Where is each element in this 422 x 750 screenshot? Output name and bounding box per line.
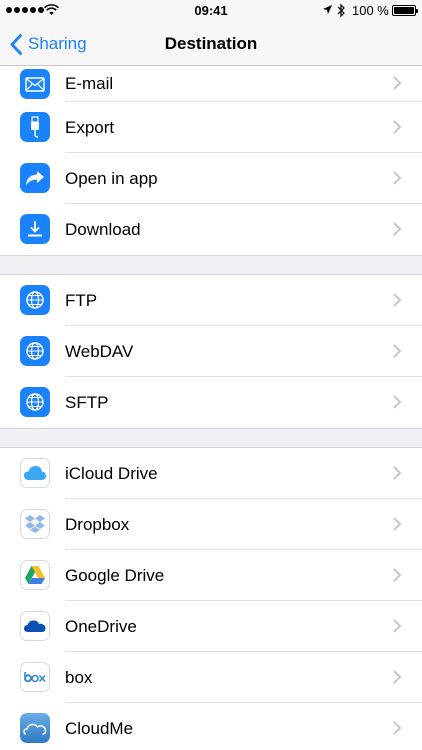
- row-label: Download: [65, 220, 141, 239]
- row-label: Dropbox: [65, 515, 130, 534]
- cloudme-icon: [20, 713, 50, 743]
- share-arrow-icon: [20, 163, 50, 193]
- row-cloudme[interactable]: CloudMe: [0, 703, 422, 750]
- row-label: CloudMe: [65, 719, 134, 738]
- row-webdav[interactable]: WebDAV: [0, 326, 422, 377]
- row-label: Open in app: [65, 169, 158, 188]
- mail-icon: [20, 69, 50, 99]
- chevron-right-icon: [393, 466, 402, 480]
- usb-cable-icon: [20, 112, 50, 142]
- dropbox-icon: [20, 509, 50, 539]
- row-label: iCloud Drive: [65, 464, 158, 483]
- chevron-right-icon: [393, 619, 402, 633]
- chevron-right-icon: [393, 517, 402, 531]
- section-gap: [0, 428, 422, 448]
- chevron-right-icon: [393, 222, 402, 236]
- row-label: box: [65, 668, 93, 687]
- chevron-right-icon: [393, 395, 402, 409]
- row-dropbox[interactable]: Dropbox: [0, 499, 422, 550]
- row-box[interactable]: box: [0, 652, 422, 703]
- download-icon: [20, 214, 50, 244]
- row-google-drive[interactable]: Google Drive: [0, 550, 422, 601]
- page-title: Destination: [164, 34, 258, 53]
- row-label: SFTP: [65, 393, 109, 412]
- row-email[interactable]: E-mail: [0, 66, 422, 102]
- row-label: OneDrive: [65, 617, 137, 636]
- status-bar: 09:41 100 %: [0, 0, 422, 22]
- battery-icon: [392, 5, 418, 16]
- row-label: FTP: [65, 291, 98, 310]
- bluetooth-icon: [337, 3, 345, 18]
- chevron-right-icon: [393, 344, 402, 358]
- chevron-right-icon: [393, 76, 402, 90]
- chevron-right-icon: [393, 670, 402, 684]
- globe-icon: [20, 387, 50, 417]
- battery-percentage: 100 %: [352, 3, 389, 18]
- row-open-in-app[interactable]: Open in app: [0, 153, 422, 204]
- row-label: E-mail: [65, 74, 114, 93]
- globe-icon: [20, 336, 50, 366]
- row-label: WebDAV: [65, 342, 134, 361]
- chevron-right-icon: [393, 721, 402, 735]
- location-arrow-icon: [323, 5, 332, 14]
- chevron-right-icon: [393, 120, 402, 134]
- chevron-right-icon: [393, 568, 402, 582]
- row-download[interactable]: Download: [0, 204, 422, 255]
- google-drive-icon: [20, 560, 50, 590]
- chevron-right-icon: [393, 293, 402, 307]
- row-icloud-drive[interactable]: iCloud Drive: [0, 448, 422, 499]
- row-onedrive[interactable]: OneDrive: [0, 601, 422, 652]
- row-label: Google Drive: [65, 566, 165, 585]
- row-sftp[interactable]: SFTP: [0, 377, 422, 428]
- navigation-bar: Sharing Destination: [0, 22, 422, 66]
- globe-icon: [20, 285, 50, 315]
- row-export[interactable]: Export: [0, 102, 422, 153]
- icloud-icon: [20, 458, 50, 488]
- chevron-right-icon: [393, 171, 402, 185]
- box-logo-icon: [20, 662, 50, 692]
- destination-list: E-mail Export Open in app Download FTP W…: [0, 66, 422, 750]
- row-ftp[interactable]: FTP: [0, 275, 422, 326]
- onedrive-icon: [20, 611, 50, 641]
- row-label: Export: [65, 118, 115, 137]
- section-gap: [0, 255, 422, 275]
